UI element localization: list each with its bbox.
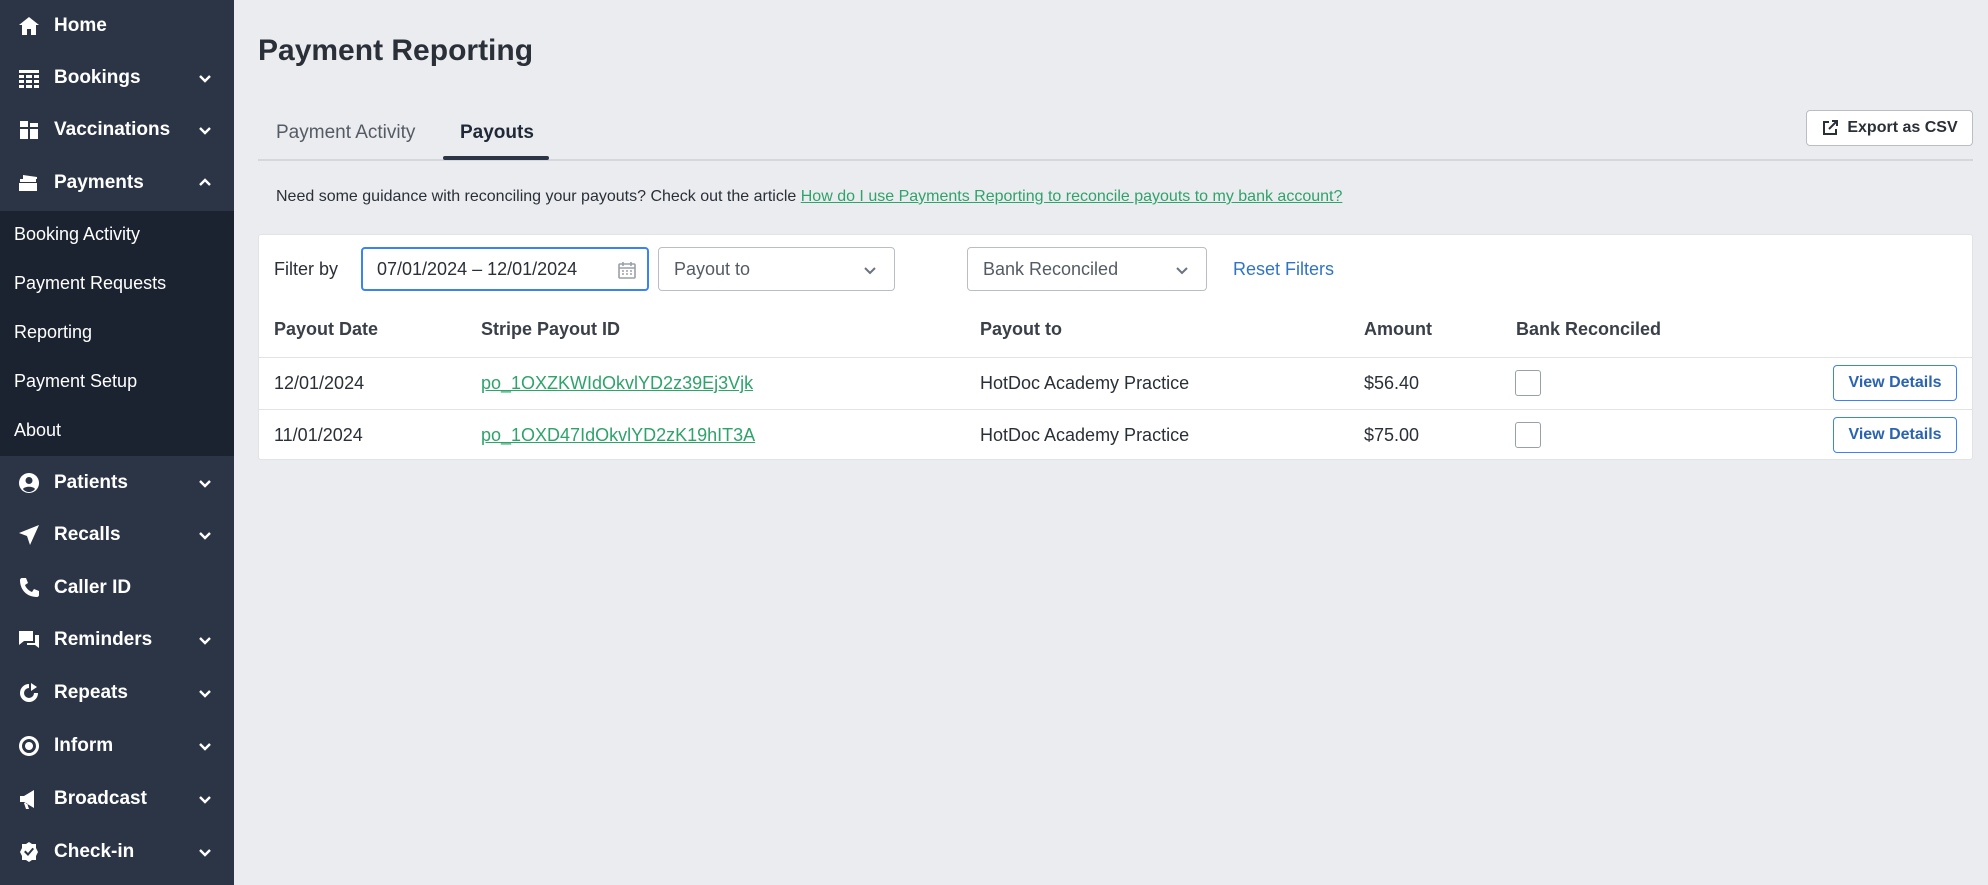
card-icon [16, 170, 42, 196]
date-range-value: 07/01/2024 – 12/01/2024 [377, 258, 578, 279]
guidance-text: Need some guidance with reconciling your… [276, 188, 1342, 206]
check-badge-icon [16, 839, 42, 865]
sidebar-item-label: Check-in [54, 841, 135, 862]
subnav-reporting[interactable]: Reporting [14, 322, 92, 343]
sidebar-item-repeats[interactable]: Repeats [0, 667, 234, 719]
bank-reconciled-select-value: Bank Reconciled [983, 258, 1119, 279]
column-header-payout-date[interactable]: Payout Date [274, 319, 378, 340]
chevron-up-icon [196, 174, 214, 192]
sidebar-item-recalls[interactable]: Recalls [0, 509, 234, 561]
sidebar-item-check-in[interactable]: Check-in [0, 826, 234, 878]
paper-plane-icon [16, 522, 42, 548]
column-header-bank-reconciled[interactable]: Bank Reconciled [1516, 319, 1661, 340]
calendar-grid-icon [16, 65, 42, 91]
external-link-icon [1821, 119, 1839, 137]
reset-filters-link[interactable]: Reset Filters [1233, 259, 1334, 280]
column-header-payout-to[interactable]: Payout to [980, 319, 1062, 340]
subnav-about[interactable]: About [14, 420, 61, 441]
column-header-stripe-payout-id[interactable]: Stripe Payout ID [481, 319, 620, 340]
chevron-down-icon [196, 684, 214, 702]
view-details-button[interactable]: View Details [1833, 365, 1957, 401]
sidebar-item-label: Bookings [54, 67, 141, 88]
chevron-down-icon [196, 631, 214, 649]
megaphone-icon [16, 786, 42, 812]
chevron-down-icon [196, 69, 214, 87]
table-row: 12/01/2024 po_1OXZKWIdOkvlYD2z39Ej3Vjk H… [259, 357, 1972, 409]
sidebar-item-bookings[interactable]: Bookings [0, 52, 234, 104]
tab-bar: Payment Activity Payouts [258, 110, 1973, 161]
sidebar-item-label: Reminders [54, 629, 153, 650]
payouts-card: Filter by 07/01/2024 – 12/01/2024 Payout… [258, 234, 1973, 460]
tab-payouts[interactable]: Payouts [460, 122, 534, 144]
chevron-down-icon [196, 121, 214, 139]
sidebar-item-label: Home [54, 15, 107, 36]
sidebar-item-label: Caller ID [54, 577, 132, 598]
page-title: Payment Reporting [258, 34, 534, 67]
sidebar-item-vaccinations[interactable]: Vaccinations [0, 104, 234, 156]
export-csv-label: Export as CSV [1847, 119, 1958, 136]
chevron-down-icon [196, 526, 214, 544]
subnav-payment-setup[interactable]: Payment Setup [14, 371, 137, 392]
date-range-input[interactable]: 07/01/2024 – 12/01/2024 [361, 247, 649, 291]
calendar-icon [617, 260, 637, 280]
payout-to-cell: HotDoc Academy Practice [980, 373, 1190, 393]
table-row: 11/01/2024 po_1OXD47IdOkvlYD2zK19hIT3A H… [259, 409, 1972, 461]
chat-icon [16, 627, 42, 653]
active-tab-indicator [443, 156, 549, 160]
filter-by-label: Filter by [274, 259, 339, 279]
stripe-payout-id-link[interactable]: po_1OXD47IdOkvlYD2zK19hIT3A [481, 425, 755, 446]
sidebar-item-patients[interactable]: Patients [0, 457, 234, 509]
chevron-down-icon [196, 790, 214, 808]
payout-to-select-value: Payout to [674, 258, 751, 279]
payments-submenu: Booking Activity Payment Requests Report… [0, 211, 234, 456]
guidance-prefix: Need some guidance with reconciling your… [276, 188, 801, 205]
sidebar-item-caller-id[interactable]: Caller ID [0, 562, 234, 614]
chevron-down-icon [196, 737, 214, 755]
subnav-payment-requests[interactable]: Payment Requests [14, 273, 166, 294]
tab-payment-activity[interactable]: Payment Activity [276, 122, 415, 144]
sidebar-item-broadcast[interactable]: Broadcast [0, 773, 234, 825]
chevron-down-icon [196, 843, 214, 861]
phone-icon [16, 575, 42, 601]
sidebar-item-label: Broadcast [54, 788, 147, 809]
view-details-button[interactable]: View Details [1833, 417, 1957, 453]
sidebar-item-label: Recalls [54, 524, 121, 545]
stripe-payout-id-link[interactable]: po_1OXZKWIdOkvlYD2z39Ej3Vjk [481, 373, 753, 394]
sidebar-item-label: Vaccinations [54, 119, 171, 140]
target-icon [16, 733, 42, 759]
amount-cell: $75.00 [1364, 425, 1420, 445]
chevron-down-icon [862, 262, 878, 278]
payout-date-cell: 11/01/2024 [274, 425, 363, 445]
bank-reconciled-checkbox[interactable] [1515, 422, 1541, 448]
subnav-booking-activity[interactable]: Booking Activity [14, 224, 140, 245]
guidance-article-link[interactable]: How do I use Payments Reporting to recon… [801, 188, 1343, 205]
payout-to-cell: HotDoc Academy Practice [980, 425, 1190, 445]
vaccine-icon [16, 117, 42, 143]
column-header-amount[interactable]: Amount [1364, 319, 1432, 340]
sidebar-item-inform[interactable]: Inform [0, 720, 234, 772]
sidebar-item-label: Inform [54, 735, 114, 756]
bank-reconciled-select[interactable]: Bank Reconciled [967, 247, 1207, 291]
repeat-icon [16, 680, 42, 706]
home-icon [16, 13, 42, 39]
sidebar-item-label: Payments [54, 172, 144, 193]
sidebar-item-payments[interactable]: Payments [0, 157, 234, 209]
sidebar-item-label: Patients [54, 472, 128, 493]
payout-to-select[interactable]: Payout to [658, 247, 895, 291]
bank-reconciled-checkbox[interactable] [1515, 370, 1541, 396]
chevron-down-icon [196, 474, 214, 492]
sidebar-item-reminders[interactable]: Reminders [0, 614, 234, 666]
person-icon [16, 470, 42, 496]
payout-date-cell: 12/01/2024 [274, 373, 365, 393]
chevron-down-icon [1174, 262, 1190, 278]
sidebar-item-label: Repeats [54, 682, 128, 703]
amount-cell: $56.40 [1364, 373, 1420, 393]
sidebar-item-home[interactable]: Home [0, 0, 234, 52]
export-csv-button[interactable]: Export as CSV [1806, 110, 1973, 146]
sidebar: Home Bookings Vaccinations Payments Book… [0, 0, 234, 885]
